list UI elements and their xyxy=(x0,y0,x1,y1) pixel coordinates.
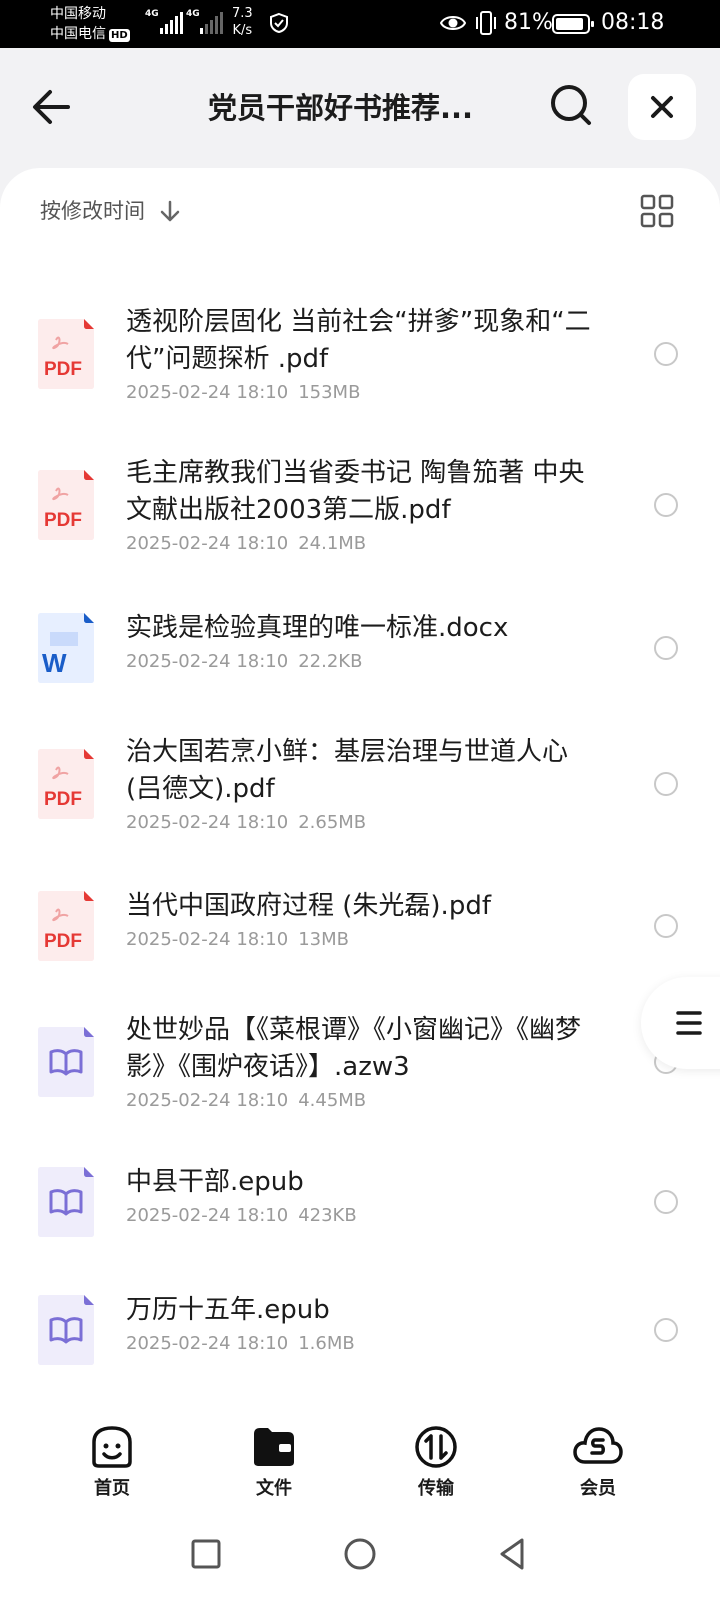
page-title: 党员干部好书推荐... xyxy=(208,91,474,125)
nav-files[interactable]: 文件 xyxy=(224,1424,324,1504)
signal-1-icon xyxy=(160,12,183,34)
nav-files-label: 文件 xyxy=(256,1478,292,1499)
carrier-info: 中国移动 中国电信 HD xyxy=(50,4,130,44)
select-radio[interactable] xyxy=(654,1318,678,1342)
file-name: 透视阶层固化 当前社会“拼爹”现象和“二代”问题探析 .pdf xyxy=(126,307,591,374)
select-radio[interactable] xyxy=(654,772,678,796)
clock: 08:18 xyxy=(601,10,665,35)
file-name: 治大国若烹小鲜：基层治理与世道人心 (吕德文).pdf xyxy=(126,737,569,804)
network-type-1: 4G xyxy=(145,9,159,19)
nav-vip[interactable]: 会员 xyxy=(548,1424,648,1504)
back-arrow-icon[interactable] xyxy=(26,84,76,130)
nav-vip-label: 会员 xyxy=(580,1478,616,1499)
file-date: 2025-02-24 18:10 xyxy=(126,1090,289,1111)
file-date: 2025-02-24 18:10 xyxy=(126,533,289,554)
file-size: 24.1MB xyxy=(298,533,367,554)
arrow-down-icon xyxy=(160,200,180,222)
carrier-2: 中国电信 xyxy=(50,26,106,42)
file-meta: 2025-02-24 18:10 4.45MB xyxy=(126,1089,366,1113)
pdf-label: PDF xyxy=(44,789,82,810)
pdf-file-icon: PDF xyxy=(36,748,96,820)
file-meta: 2025-02-24 18:10 24.1MB xyxy=(126,532,366,556)
eye-comfort-icon xyxy=(440,16,466,30)
file-meta: 2025-02-24 18:10 13MB xyxy=(126,928,349,952)
file-size: 22.2KB xyxy=(298,651,363,672)
file-name: 中县干部.epub xyxy=(126,1167,304,1197)
file-meta: 2025-02-24 18:10 423KB xyxy=(126,1204,357,1228)
ebook-file-icon xyxy=(36,1026,96,1098)
close-icon xyxy=(651,96,673,118)
network-type-2: 4G xyxy=(186,9,200,19)
ebook-file-icon xyxy=(36,1294,96,1366)
file-meta: 2025-02-24 18:10 153MB xyxy=(126,381,360,405)
ebook-file-icon xyxy=(36,1166,96,1238)
file-meta: 2025-02-24 18:10 1.6MB xyxy=(126,1332,355,1356)
search-icon[interactable] xyxy=(548,82,594,128)
signal-2-icon xyxy=(200,12,223,34)
pdf-label: PDF xyxy=(44,510,82,531)
file-size: 2.65MB xyxy=(298,812,367,833)
word-file-icon: W xyxy=(36,612,96,684)
select-radio[interactable] xyxy=(654,914,678,938)
file-date: 2025-02-24 18:10 xyxy=(126,929,289,950)
grid-view-icon[interactable] xyxy=(640,194,674,228)
recent-apps-icon[interactable] xyxy=(186,1534,226,1574)
bottom-nav: 首页 文件 传输 会员 xyxy=(0,1418,720,1508)
close-button[interactable] xyxy=(628,74,696,140)
nav-transfer[interactable]: 传输 xyxy=(386,1424,486,1504)
network-speed: 7.3 K/s xyxy=(232,5,253,39)
smiley-icon xyxy=(92,1426,132,1468)
file-date: 2025-02-24 18:10 xyxy=(126,1205,289,1226)
menu-icon xyxy=(676,1011,702,1035)
file-list-panel: 按修改时间 PDF 透视阶层固化 当前社会“拼爹”现象和“二代”问题探析 .pd… xyxy=(0,168,720,1418)
vibrate-icon xyxy=(476,11,496,35)
transfer-icon xyxy=(415,1426,457,1468)
select-radio[interactable] xyxy=(654,493,678,517)
pdf-file-icon: PDF xyxy=(36,318,96,390)
pdf-label: PDF xyxy=(44,359,82,380)
sort-button[interactable]: 按修改时间 xyxy=(40,196,181,226)
battery-icon xyxy=(552,14,594,34)
word-label: W xyxy=(42,648,67,678)
system-nav-bar xyxy=(0,1508,720,1600)
header: 党员干部好书推荐... xyxy=(0,48,720,168)
speed-value: 7.3 xyxy=(232,6,253,21)
nav-transfer-label: 传输 xyxy=(418,1478,454,1499)
file-name: 当代中国政府过程 (朱光磊).pdf xyxy=(126,891,491,921)
file-date: 2025-02-24 18:10 xyxy=(126,1333,289,1354)
file-meta: 2025-02-24 18:10 2.65MB xyxy=(126,811,366,835)
select-radio[interactable] xyxy=(654,636,678,660)
file-size: 4.45MB xyxy=(298,1090,367,1111)
cloud-vip-icon xyxy=(573,1427,623,1464)
carrier-1: 中国移动 xyxy=(50,6,106,22)
nav-home[interactable]: 首页 xyxy=(62,1424,162,1504)
speed-unit: K/s xyxy=(232,23,253,38)
folder-icon xyxy=(254,1428,294,1466)
select-radio[interactable] xyxy=(654,342,678,366)
back-triangle-icon[interactable] xyxy=(492,1534,532,1574)
file-size: 153MB xyxy=(298,382,361,403)
select-radio[interactable] xyxy=(654,1190,678,1214)
file-name: 实践是检验真理的唯一标准.docx xyxy=(126,613,509,643)
file-meta: 2025-02-24 18:10 22.2KB xyxy=(126,650,362,674)
home-circle-icon[interactable] xyxy=(340,1534,380,1574)
shield-icon xyxy=(270,12,288,34)
hd-badge: HD xyxy=(109,29,130,42)
file-name: 毛主席教我们当省委书记 陶鲁笳著 中央文献出版社2003第二版.pdf xyxy=(126,458,585,525)
file-size: 423KB xyxy=(298,1205,357,1226)
file-name: 万历十五年.epub xyxy=(126,1295,330,1325)
status-bar: 中国移动 中国电信 HD 4G 4G 7.3 K/s 81% 08:18 xyxy=(0,0,720,48)
battery-percent: 81% xyxy=(504,10,553,35)
file-date: 2025-02-24 18:10 xyxy=(126,651,289,672)
nav-home-label: 首页 xyxy=(94,1478,130,1499)
file-date: 2025-02-24 18:10 xyxy=(126,382,289,403)
file-date: 2025-02-24 18:10 xyxy=(126,812,289,833)
pdf-file-icon: PDF xyxy=(36,469,96,541)
file-name: 处世妙品【《菜根谭》《小窗幽记》《幽梦影》《围炉夜话》】.azw3 xyxy=(126,1015,582,1082)
file-size: 1.6MB xyxy=(298,1333,355,1354)
pdf-file-icon: PDF xyxy=(36,890,96,962)
pdf-label: PDF xyxy=(44,931,82,952)
sort-label: 按修改时间 xyxy=(40,199,145,223)
file-size: 13MB xyxy=(298,929,349,950)
